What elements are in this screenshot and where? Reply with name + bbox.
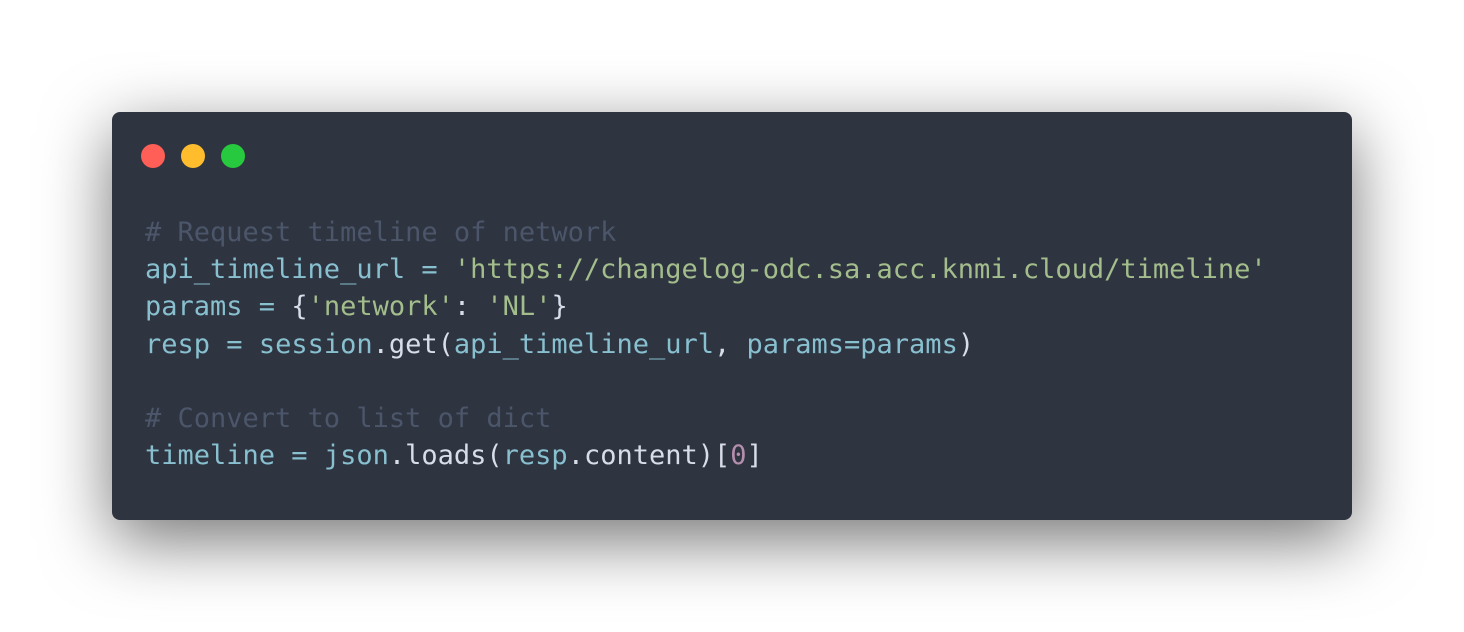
code-token-punctuation: } <box>551 291 568 323</box>
code-token-number: 0 <box>730 440 747 472</box>
code-token-string: 'https://changelog-odc.sa.acc.knmi.cloud… <box>453 254 1267 286</box>
code-line: # Convert to list of dict <box>145 400 1267 437</box>
code-token-variable: json <box>323 440 389 472</box>
code-token-comment: # Request timeline of network <box>145 217 617 248</box>
code-token-punctuation: { <box>291 291 308 323</box>
code-token-variable: = <box>275 440 324 472</box>
code-token-function: .get( <box>372 328 454 360</box>
close-button[interactable] <box>141 144 165 168</box>
maximize-button[interactable] <box>221 144 245 168</box>
code-token-punctuation: : <box>453 291 487 323</box>
code-token-variable: resp <box>502 440 568 472</box>
code-block: # Request timeline of network api_timelin… <box>145 214 1267 474</box>
code-token-variable: api_timeline_url <box>453 328 714 360</box>
code-token-variable: timeline <box>145 440 276 472</box>
code-token-variable: session <box>258 328 373 360</box>
code-token-variable: params <box>145 291 243 323</box>
code-token-punctuation: ] <box>746 440 763 472</box>
code-line: resp = session.get(api_timeline_url, par… <box>145 326 1267 363</box>
code-token-string: 'NL' <box>486 291 552 323</box>
code-token-comment: # Convert to list of dict <box>145 402 552 434</box>
code-token-variable: = <box>210 328 259 360</box>
code-token-punctuation: , <box>713 328 747 360</box>
code-token-string: 'network' <box>307 291 454 323</box>
code-line-empty <box>145 363 1267 400</box>
code-token-variable: params=params <box>746 328 958 360</box>
code-line: timeline = json.loads(resp.content)[0] <box>145 437 1267 474</box>
code-token-punctuation: ) <box>957 328 975 360</box>
code-token-function: .loads( <box>388 440 503 472</box>
minimize-button[interactable] <box>181 144 205 168</box>
code-token-variable: = <box>405 254 454 286</box>
code-line: # Request timeline of network <box>145 214 1267 251</box>
code-window: # Request timeline of network api_timelin… <box>112 112 1352 520</box>
code-line: api_timeline_url = 'https://changelog-od… <box>145 251 1267 288</box>
code-token-variable: api_timeline_url <box>145 254 406 286</box>
window-controls <box>141 144 245 168</box>
code-line: params = {'network': 'NL'} <box>145 288 1267 325</box>
code-token-function: .content)[ <box>567 440 731 472</box>
code-token-variable: = <box>242 291 292 323</box>
code-token-variable: resp <box>145 328 211 360</box>
